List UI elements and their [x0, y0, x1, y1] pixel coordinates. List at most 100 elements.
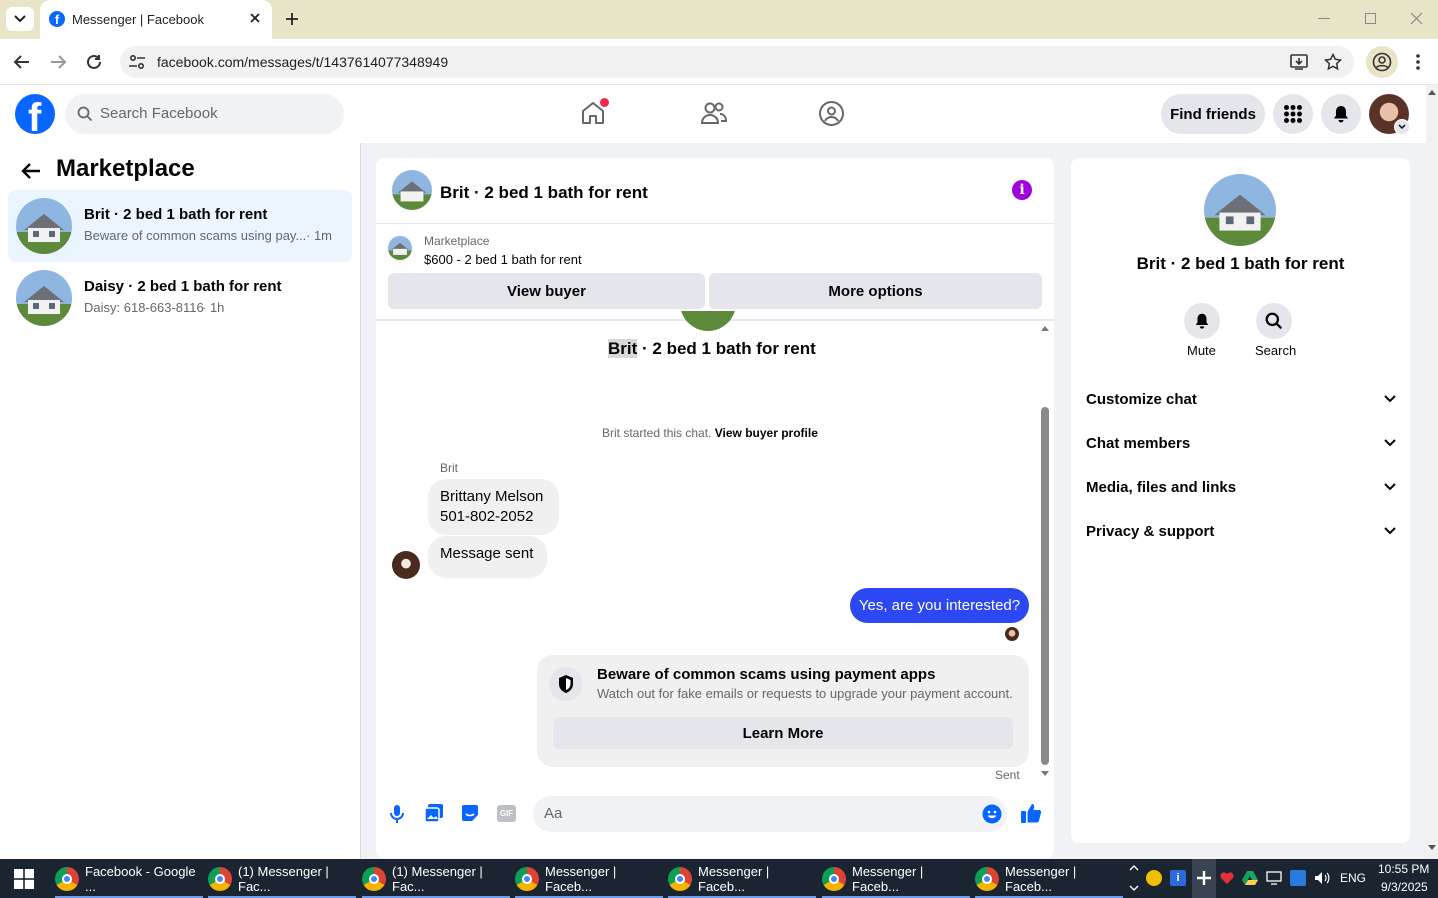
chrome-icon [208, 866, 232, 891]
tray-overflow-icon[interactable] [1129, 863, 1139, 893]
browser-tab[interactable]: f Messenger | Facebook [40, 0, 272, 39]
search-placeholder: Search Facebook [100, 105, 218, 122]
tray-language[interactable]: ENG [1340, 871, 1366, 885]
install-app-icon[interactable] [1290, 53, 1308, 71]
restore-window-icon[interactable] [1365, 13, 1376, 24]
gif-icon[interactable]: GIF [497, 805, 516, 822]
tray-drive-icon[interactable] [1242, 870, 1258, 886]
chrome-icon [55, 866, 79, 891]
taskbar-item[interactable]: (1) Messenger | Fac... [362, 859, 510, 898]
taskbar-item[interactable]: Messenger | Faceb... [668, 859, 816, 898]
taskbar-item[interactable]: Messenger | Faceb... [515, 859, 663, 898]
learn-more-button[interactable]: Learn More [553, 717, 1013, 749]
chrome-icon [515, 866, 539, 891]
chevron-down-icon [1384, 395, 1396, 403]
tray-volume-icon[interactable] [1314, 871, 1330, 885]
mute-bell-icon[interactable] [1184, 303, 1220, 339]
friends-nav-icon[interactable] [700, 100, 728, 126]
taskbar-item-label: Messenger | Faceb... [698, 863, 770, 894]
message-input[interactable]: Aa [533, 796, 1007, 832]
conversation-item-daisy[interactable]: Daisy · 2 bed 1 bath for rent Daisy: 618… [8, 262, 352, 334]
search-in-chat-icon[interactable] [1256, 303, 1292, 339]
tray-heart-icon[interactable] [1219, 870, 1235, 886]
notifications-bell-icon[interactable] [1321, 94, 1361, 134]
voice-clip-icon[interactable] [390, 804, 404, 824]
customize-chat-section[interactable]: Customize chat [1086, 385, 1396, 413]
facebook-search-input[interactable]: Search Facebook [65, 94, 344, 134]
tab-search-icon[interactable] [6, 7, 34, 31]
tray-network-icon[interactable] [1290, 870, 1306, 886]
info-name: Brit · 2 bed 1 bath for rent [1136, 254, 1345, 273]
bookmark-star-icon[interactable] [1324, 53, 1342, 71]
taskbar-item[interactable]: Facebook - Google ... [55, 859, 203, 898]
chat-panel: Brit · 2 bed 1 bath for rent i Marketpla… [376, 158, 1054, 858]
reload-icon[interactable] [82, 51, 106, 73]
listing-source: Marketplace [424, 234, 490, 248]
tray-app-icon[interactable] [1146, 870, 1162, 886]
taskbar-item[interactable]: (1) Messenger | Fac... [208, 859, 356, 898]
page-scrollbar[interactable] [1426, 85, 1438, 859]
profile-icon[interactable] [1366, 46, 1398, 78]
thread-scrollbar[interactable] [1038, 321, 1052, 781]
close-tab-icon[interactable] [248, 11, 262, 25]
thumbs-up-icon[interactable] [1020, 802, 1042, 824]
taskbar-item[interactable]: Messenger | Faceb... [822, 859, 970, 898]
back-icon[interactable] [10, 51, 34, 73]
sender-avatar[interactable] [392, 551, 420, 579]
browser-menu-icon[interactable] [1415, 53, 1421, 71]
tray-date[interactable]: 9/3/2025 [1381, 880, 1428, 894]
chevron-down-icon [1384, 439, 1396, 447]
listing-thumbnail [16, 198, 72, 254]
info-listing-thumbnail [1204, 174, 1276, 246]
url-text[interactable]: facebook.com/messages/t/1437614077348949 [157, 54, 448, 70]
emoji-icon[interactable] [982, 804, 1002, 824]
message-bubble[interactable]: Message sent [428, 536, 547, 578]
mute-label: Mute [1187, 343, 1216, 358]
tray-plus-icon[interactable] [1192, 859, 1216, 898]
thread-title-rest: · 2 bed 1 bath for rent [637, 339, 816, 358]
my-message-text: Yes, are you interested? [858, 597, 1021, 614]
more-options-button[interactable]: More options [709, 273, 1042, 309]
find-friends-button[interactable]: Find friends [1161, 94, 1265, 134]
conversation-item-brit[interactable]: Brit · 2 bed 1 bath for rent Beware of c… [8, 190, 352, 262]
view-buyer-profile-link[interactable]: View buyer profile [715, 426, 818, 440]
forward-icon[interactable] [46, 51, 70, 73]
browser-toolbar: facebook.com/messages/t/1437614077348949 [0, 39, 1438, 85]
sticker-icon[interactable] [460, 803, 480, 823]
photo-icon[interactable] [424, 803, 444, 823]
chat-header: Brit · 2 bed 1 bath for rent i [376, 158, 1054, 224]
info-icon[interactable]: i [1012, 180, 1032, 200]
taskbar-item-label: (1) Messenger | Fac... [238, 863, 329, 894]
conversation-title: Brit · 2 bed 1 bath for rent [84, 206, 268, 223]
address-bar[interactable]: facebook.com/messages/t/1437614077348949 [120, 46, 1354, 78]
chat-title[interactable]: Brit · 2 bed 1 bath for rent [440, 183, 648, 203]
account-chevron-icon[interactable] [1394, 119, 1410, 135]
chat-members-section[interactable]: Chat members [1086, 429, 1396, 457]
tray-display-icon[interactable] [1266, 871, 1282, 885]
new-tab-icon[interactable] [284, 11, 300, 27]
windows-start-icon[interactable] [14, 869, 34, 889]
facebook-header: f Search Facebook Find friends [0, 85, 1426, 143]
my-message-bubble[interactable]: Yes, are you interested? [850, 588, 1029, 623]
message-bubble[interactable]: Brittany Melson 501-802-2052 [428, 479, 559, 535]
home-nav-icon[interactable] [580, 98, 609, 126]
tray-time[interactable]: 10:55 PM [1378, 862, 1429, 876]
messenger-page: Marketplace Brit · 2 bed 1 bath for rent… [0, 143, 1426, 859]
groups-nav-icon[interactable] [818, 100, 845, 127]
taskbar-item-label: Facebook - Google ... [85, 863, 196, 894]
privacy-support-section[interactable]: Privacy & support [1086, 517, 1396, 545]
view-buyer-button[interactable]: View buyer [388, 273, 705, 309]
facebook-logo-icon[interactable]: f [15, 94, 55, 134]
thread-scrollbar-thumb[interactable] [1041, 407, 1049, 765]
minimize-window-icon[interactable] [1318, 18, 1330, 19]
read-receipt-avatar [1005, 627, 1019, 641]
site-info-icon[interactable] [128, 54, 146, 70]
close-window-icon[interactable] [1410, 12, 1423, 25]
media-files-links-section[interactable]: Media, files and links [1086, 473, 1396, 501]
chat-avatar[interactable] [392, 170, 432, 210]
tray-info-icon[interactable]: i [1170, 870, 1186, 886]
taskbar-item[interactable]: Messenger | Faceb... [975, 859, 1123, 898]
back-arrow-icon[interactable] [20, 161, 42, 181]
menu-grid-icon[interactable] [1273, 94, 1313, 134]
chat-info-panel: Brit · 2 bed 1 bath for rent Mute Search… [1071, 158, 1410, 843]
